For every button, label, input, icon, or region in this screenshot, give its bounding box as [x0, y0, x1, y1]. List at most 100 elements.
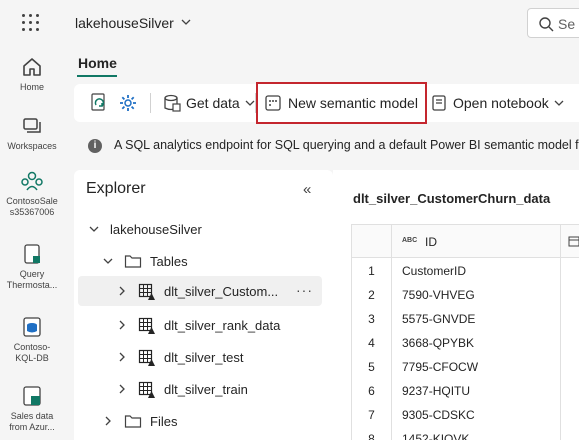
- rail-label-workspaces: Workspaces: [7, 141, 57, 151]
- column-header-id[interactable]: ID: [425, 235, 437, 249]
- cell-value: 9237-HQITU: [402, 384, 471, 398]
- rail-item-contososales[interactable]: ContosoSale s35367006: [0, 170, 64, 218]
- rail-item-home[interactable]: Home: [0, 56, 64, 93]
- data-preview-panel: dlt_silver_CustomerChurn_data ABC ID 1 C…: [333, 170, 579, 440]
- table-row[interactable]: 7 9305-CDSKC: [352, 402, 579, 426]
- rail-label-kql-1: Contoso-: [13, 342, 51, 352]
- row-index: 4: [352, 330, 392, 354]
- tree-label-table: dlt_silver_train: [164, 382, 248, 397]
- explorer-title: Explorer: [86, 180, 146, 197]
- column-divider: [560, 354, 561, 378]
- table-title: dlt_silver_CustomerChurn_data: [353, 191, 551, 206]
- table-row[interactable]: 8 1452-KIOVK: [352, 426, 579, 440]
- search-input[interactable]: Se: [527, 8, 579, 38]
- open-notebook-button[interactable]: Open notebook: [430, 84, 565, 122]
- tree-label-lakehouse: lakehouseSilver: [110, 222, 202, 237]
- open-notebook-label: Open notebook: [453, 95, 549, 111]
- tab-home-underline: [77, 75, 117, 77]
- tree-label-files: Files: [150, 414, 178, 429]
- info-text: A SQL analytics endpoint for SQL queryin…: [114, 138, 579, 152]
- chevron-down-icon: [103, 258, 113, 264]
- delta-table-icon: [138, 381, 155, 398]
- row-index: 1: [352, 258, 392, 282]
- tree-item-lakehouse[interactable]: lakehouseSilver: [78, 214, 322, 244]
- toolbar-divider: [150, 93, 151, 113]
- tab-home[interactable]: Home: [78, 55, 117, 71]
- cell-value: 5575-GNVDE: [402, 312, 476, 326]
- collapse-panel-icon[interactable]: «: [303, 181, 311, 198]
- chevron-down-icon: [89, 226, 99, 232]
- refresh-icon: [91, 93, 105, 111]
- chevron-down-icon[interactable]: [180, 15, 192, 29]
- column-divider: [560, 330, 561, 354]
- gear-icon: [120, 95, 136, 111]
- column-divider: [560, 306, 561, 330]
- tree-label-table: dlt_silver_Custom...: [164, 284, 279, 299]
- search-placeholder: Se: [558, 16, 576, 32]
- chevron-right-icon: [119, 384, 125, 394]
- table-row[interactable]: 5 7795-CFOCW: [352, 354, 579, 378]
- row-index: 7: [352, 402, 392, 426]
- rail-item-contoso-kql-db[interactable]: Contoso- KQL-DB: [0, 316, 64, 364]
- app-launcher-icon[interactable]: [22, 14, 40, 32]
- tree-label-tables: Tables: [150, 254, 188, 269]
- search-icon: [539, 17, 554, 32]
- table-row[interactable]: 3 5575-GNVDE: [352, 306, 579, 330]
- table-row[interactable]: 1 CustomerID: [352, 258, 579, 282]
- chevron-down-icon: [245, 100, 255, 106]
- rail-label-contososales-1: ContosoSale: [6, 196, 58, 206]
- grid-corner: [352, 225, 392, 257]
- row-index: 3: [352, 306, 392, 330]
- info-icon: i: [88, 139, 102, 153]
- column-divider: [560, 402, 561, 426]
- grid-header-row: ABC ID: [352, 225, 579, 258]
- tree-item-table[interactable]: dlt_silver_train: [78, 374, 322, 404]
- settings-button[interactable]: [118, 84, 138, 122]
- workspace-name[interactable]: lakehouseSilver: [75, 15, 174, 31]
- tree-label-table: dlt_silver_test: [164, 350, 244, 365]
- column-divider: [560, 282, 561, 306]
- explorer-panel: Explorer « lakehouseSilver Tables dlt_si…: [74, 170, 333, 440]
- table-row[interactable]: 6 9237-HQITU: [352, 378, 579, 402]
- cell-value: CustomerID: [402, 264, 467, 278]
- rail-item-query-thermostat[interactable]: Query Thermosta...: [0, 243, 64, 291]
- column-divider: [560, 225, 561, 257]
- row-index: 6: [352, 378, 392, 402]
- delta-table-icon: [138, 317, 155, 334]
- rail-label-query-1: Query: [19, 269, 45, 279]
- chevron-right-icon: [119, 286, 125, 296]
- folder-icon: [124, 415, 142, 428]
- pipeline-icon: [23, 386, 41, 406]
- rail-item-workspaces[interactable]: Workspaces: [0, 115, 64, 152]
- database-icon: [23, 317, 41, 337]
- tree-item-table[interactable]: dlt_silver_test: [78, 342, 322, 372]
- info-bar: i A SQL analytics endpoint for SQL query…: [74, 130, 579, 162]
- data-grid: ABC ID 1 CustomerID 2 7590-VHVEG 3 5575-…: [351, 224, 579, 440]
- rail-item-sales-data[interactable]: Sales data from Azur...: [0, 385, 64, 433]
- column-divider: [560, 378, 561, 402]
- rail-label-sales-1: Sales data: [10, 411, 54, 421]
- row-index: 5: [352, 354, 392, 378]
- rail-label-kql-2: KQL-DB: [15, 353, 49, 363]
- tree-label-table: dlt_silver_rank_data: [164, 318, 281, 333]
- tree-item-files[interactable]: Files: [78, 406, 322, 436]
- folder-icon: [124, 255, 142, 268]
- column-divider: [560, 258, 561, 282]
- rail-label-home: Home: [19, 82, 44, 92]
- delta-table-icon: [138, 349, 155, 366]
- tree-item-table[interactable]: dlt_silver_Custom... ···: [78, 276, 322, 306]
- table-row[interactable]: 2 7590-VHVEG: [352, 282, 579, 306]
- cell-value: 7590-VHVEG: [402, 288, 475, 302]
- tree-item-tables[interactable]: Tables: [78, 246, 322, 276]
- tree-item-table[interactable]: dlt_silver_rank_data: [78, 310, 322, 340]
- refresh-button[interactable]: [88, 84, 110, 122]
- more-options-icon[interactable]: ···: [296, 282, 313, 298]
- get-data-button[interactable]: Get data: [162, 84, 256, 122]
- rail-label-sales-2: from Azur...: [9, 422, 55, 432]
- chevron-right-icon: [119, 352, 125, 362]
- table-row[interactable]: 4 3668-QPYBK: [352, 330, 579, 354]
- calendar-type-icon: [568, 236, 579, 247]
- row-index: 8: [352, 426, 392, 440]
- chevron-right-icon: [105, 416, 111, 426]
- column-divider: [560, 426, 561, 440]
